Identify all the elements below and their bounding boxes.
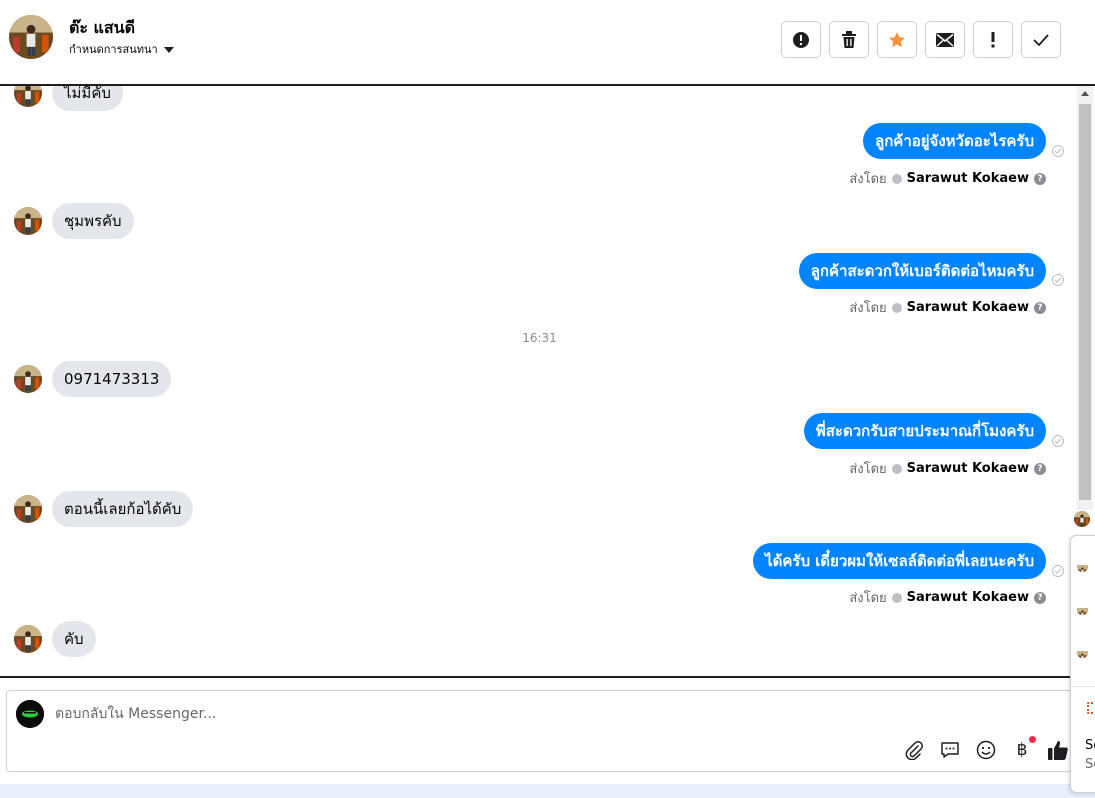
sender-name: Sarawut Kokaew — [906, 590, 1029, 605]
sender-name: Sarawut Kokaew — [906, 300, 1029, 315]
follow-up-button[interactable] — [973, 21, 1013, 58]
sent-by-label: ส่งโดย — [849, 462, 887, 477]
incoming-message: ชุมพรคับ — [14, 203, 134, 239]
help-icon[interactable]: ? — [1034, 301, 1046, 314]
check-icon — [1033, 33, 1049, 46]
mark-done-button[interactable] — [1021, 21, 1061, 58]
conversation-settings-dropdown[interactable]: กำหนดการสนทนา — [69, 40, 174, 58]
message-bubble[interactable]: พี่สะดวกรับสายประมาณกี่โมงครับ — [803, 413, 1046, 449]
sender-badge-icon — [891, 302, 902, 313]
scrollbar-thumb[interactable] — [1079, 104, 1091, 500]
sent-by-label: ส่งโดย — [849, 172, 887, 187]
sent-by-label: ส่งโดย — [849, 591, 887, 606]
reply-input[interactable] — [55, 703, 755, 725]
seen-check-icon — [1052, 565, 1064, 577]
contact-avatar[interactable] — [9, 15, 53, 59]
seen-check-icon — [1052, 435, 1064, 447]
conversation-header: ต๊ะ แสนดี กำหนดการสนทนา — [0, 0, 1095, 86]
side-conversation-panel[interactable]: Se Se — [1070, 535, 1095, 793]
sender-badge-icon — [891, 173, 902, 184]
exclamation-circle-icon — [793, 31, 809, 48]
composer-divider — [0, 676, 1095, 678]
page-avatar — [16, 700, 44, 728]
sent-by-info: ส่งโดย Sarawut Kokaew ? — [849, 297, 1046, 318]
seen-check-icon — [1052, 145, 1064, 157]
help-icon[interactable]: ? — [1034, 462, 1046, 475]
side-list-avatar[interactable] — [1077, 647, 1088, 658]
sender-avatar — [14, 207, 42, 235]
conversation-settings-label: กำหนดการสนทนา — [69, 43, 158, 56]
sent-by-label: ส่งโดย — [849, 301, 887, 316]
side-chat-avatar[interactable] — [1074, 511, 1090, 527]
scroll-up-arrow-icon[interactable] — [1081, 91, 1089, 96]
side-item-title[interactable]: Se — [1085, 738, 1095, 753]
saved-replies-icon[interactable] — [938, 738, 962, 762]
sender-avatar — [14, 86, 42, 107]
bottom-strip — [0, 784, 1095, 798]
emoji-icon[interactable] — [974, 738, 998, 762]
seen-check-icon — [1052, 274, 1064, 286]
side-list-avatar[interactable] — [1077, 561, 1088, 572]
incoming-message: 0971473313 — [14, 361, 172, 397]
sender-badge-icon — [891, 592, 902, 603]
message-bubble[interactable]: ชุมพรคับ — [52, 203, 134, 239]
message-bubble[interactable]: 0971473313 — [52, 361, 172, 397]
message-bubble[interactable]: ลูกค้าอยู่จังหวัดอะไรครับ — [863, 123, 1046, 159]
help-icon[interactable]: ? — [1034, 591, 1046, 604]
template-icon — [1087, 702, 1095, 714]
messenger-conversation-view: ต๊ะ แสนดี กำหนดการสนทนา ไม่มีคับ ลูกค้าอ… — [0, 0, 1095, 798]
like-icon[interactable] — [1046, 738, 1070, 762]
delete-button[interactable] — [829, 21, 869, 58]
timestamp-separator: 16:31 — [522, 331, 557, 345]
message-bubble[interactable]: ได้ครับ เดี๋ยวผมให้เซลล์ติดต่อพี่เลยนะคร… — [753, 543, 1046, 579]
side-divider — [1071, 686, 1095, 687]
baht-symbol: ฿ — [1016, 740, 1028, 760]
sent-by-info: ส่งโดย Sarawut Kokaew ? — [849, 458, 1046, 479]
report-button[interactable] — [781, 21, 821, 58]
exclamation-icon — [991, 31, 995, 47]
side-list-avatar[interactable] — [1077, 604, 1088, 615]
sender-name: Sarawut Kokaew — [906, 171, 1029, 186]
incoming-message: คับ — [14, 621, 96, 657]
star-button[interactable] — [877, 21, 917, 58]
envelope-icon — [936, 32, 954, 47]
message-list[interactable]: ไม่มีคับ ลูกค้าอยู่จังหวัดอะไรครับ ส่งโด… — [0, 86, 1079, 678]
attach-icon[interactable] — [902, 738, 926, 762]
notification-dot — [1029, 736, 1036, 743]
reply-composer: ฿ — [6, 690, 1076, 772]
payment-icon[interactable]: ฿ — [1010, 736, 1036, 762]
trash-icon — [842, 30, 856, 48]
sent-by-info: ส่งโดย Sarawut Kokaew ? — [849, 587, 1046, 608]
message-list-scrollbar[interactable] — [1077, 86, 1093, 510]
sender-avatar — [14, 625, 42, 653]
sent-by-info: ส่งโดย Sarawut Kokaew ? — [849, 168, 1046, 189]
contact-name[interactable]: ต๊ะ แสนดี — [69, 16, 135, 41]
mark-unread-button[interactable] — [925, 21, 965, 58]
star-icon — [889, 31, 905, 47]
sender-avatar — [14, 365, 42, 393]
message-bubble[interactable]: ลูกค้าสะดวกให้เบอร์ติดต่อไหมครับ — [798, 253, 1046, 289]
message-bubble[interactable]: ตอนนี้เลยก้อได้คับ — [52, 491, 194, 527]
message-bubble[interactable]: คับ — [52, 621, 96, 657]
sender-badge-icon — [891, 463, 902, 474]
incoming-message: ไม่มีคับ — [14, 86, 123, 111]
sender-name: Sarawut Kokaew — [906, 461, 1029, 476]
sender-avatar — [14, 495, 42, 523]
side-item-subtitle: Se — [1085, 757, 1095, 772]
chevron-down-icon — [163, 46, 174, 53]
help-icon[interactable]: ? — [1034, 172, 1046, 185]
incoming-message: ตอนนี้เลยก้อได้คับ — [14, 491, 194, 527]
message-bubble[interactable]: ไม่มีคับ — [52, 86, 123, 111]
